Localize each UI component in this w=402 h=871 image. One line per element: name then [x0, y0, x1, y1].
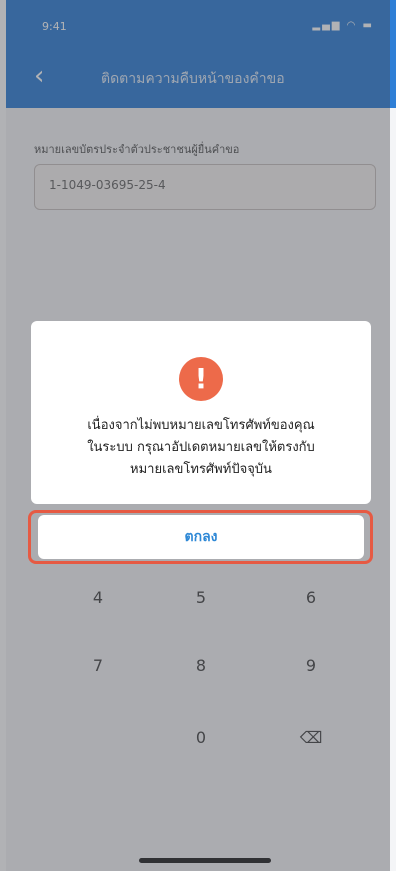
alert-dialog: ! เนื่องจากไม่พบหมายเลขโทรศัพท์ของคุณ ใน…	[31, 321, 371, 504]
alert-icon: !	[179, 357, 223, 401]
ok-button[interactable]: ตกลง	[38, 515, 364, 559]
message-line: เนื่องจากไม่พบหมายเลขโทรศัพท์ของคุณ	[87, 418, 315, 433]
message-line: ในระบบ กรุณาอัปเดตหมายเลขให้ตรงกับ	[87, 440, 315, 455]
message-line: หมายเลขโทรศัพท์ปัจจุบัน	[130, 462, 272, 477]
alert-message: เนื่องจากไม่พบหมายเลขโทรศัพท์ของคุณ ในระ…	[31, 415, 371, 481]
